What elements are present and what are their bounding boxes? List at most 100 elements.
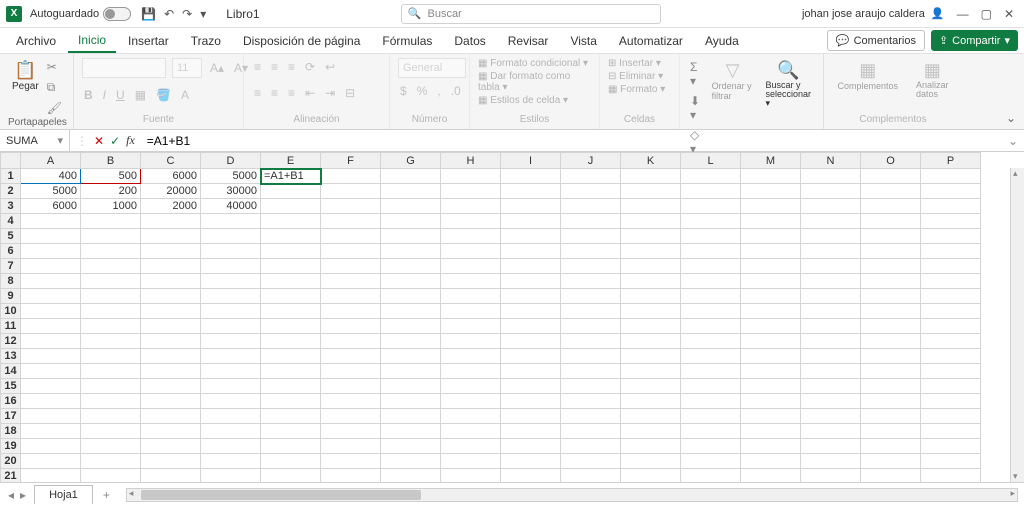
toggle-off-icon[interactable]: [103, 7, 131, 21]
cell-F13[interactable]: [321, 349, 381, 364]
cell-M2[interactable]: [741, 184, 801, 199]
format-cells-button[interactable]: ▦ Formato ▾: [608, 84, 665, 95]
cell-J19[interactable]: [561, 439, 621, 454]
cell-C19[interactable]: [141, 439, 201, 454]
col-header-D[interactable]: D: [201, 153, 261, 169]
cell-E20[interactable]: [261, 454, 321, 469]
cell-H16[interactable]: [441, 394, 501, 409]
cell-M11[interactable]: [741, 319, 801, 334]
cell-G14[interactable]: [381, 364, 441, 379]
cell-C7[interactable]: [141, 259, 201, 274]
cell-C4[interactable]: [141, 214, 201, 229]
cell-G5[interactable]: [381, 229, 441, 244]
cell-D1[interactable]: 5000: [201, 169, 261, 184]
cell-B17[interactable]: [81, 409, 141, 424]
cell-D3[interactable]: 40000: [201, 199, 261, 214]
cell-O15[interactable]: [861, 379, 921, 394]
cell-I1[interactable]: [501, 169, 561, 184]
cell-D8[interactable]: [201, 274, 261, 289]
cell-L16[interactable]: [681, 394, 741, 409]
cell-D11[interactable]: [201, 319, 261, 334]
cell-A2[interactable]: 5000: [21, 184, 81, 199]
col-header-G[interactable]: G: [381, 153, 441, 169]
cell-D7[interactable]: [201, 259, 261, 274]
cell-J11[interactable]: [561, 319, 621, 334]
cell-L1[interactable]: [681, 169, 741, 184]
cell-H18[interactable]: [441, 424, 501, 439]
cell-A7[interactable]: [21, 259, 81, 274]
cell-D19[interactable]: [201, 439, 261, 454]
cell-F21[interactable]: [321, 469, 381, 483]
cell-J1[interactable]: [561, 169, 621, 184]
cell-G10[interactable]: [381, 304, 441, 319]
cell-F5[interactable]: [321, 229, 381, 244]
cell-E2[interactable]: [261, 184, 321, 199]
cell-D5[interactable]: [201, 229, 261, 244]
cell-B6[interactable]: [81, 244, 141, 259]
cell-O19[interactable]: [861, 439, 921, 454]
cell-F11[interactable]: [321, 319, 381, 334]
row-header-2[interactable]: 2: [1, 184, 21, 199]
autosum-icon[interactable]: Σ ▾: [688, 58, 704, 90]
delete-cells-button[interactable]: ⊟ Eliminar ▾: [608, 71, 663, 82]
cell-C5[interactable]: [141, 229, 201, 244]
col-header-C[interactable]: C: [141, 153, 201, 169]
redo-icon[interactable]: ↷: [182, 7, 192, 21]
row-header-5[interactable]: 5: [1, 229, 21, 244]
row-header-11[interactable]: 11: [1, 319, 21, 334]
cell-O14[interactable]: [861, 364, 921, 379]
cell-E4[interactable]: [261, 214, 321, 229]
cell-A3[interactable]: 6000: [21, 199, 81, 214]
menu-tab-vista[interactable]: Vista: [560, 30, 606, 52]
paste-button[interactable]: 📋 Pegar: [8, 58, 43, 94]
cell-P11[interactable]: [921, 319, 981, 334]
search-input[interactable]: 🔍 Buscar: [401, 4, 661, 24]
wrap-text-icon[interactable]: ↩: [323, 58, 337, 76]
add-sheet-button[interactable]: +: [93, 488, 120, 502]
cell-A8[interactable]: [21, 274, 81, 289]
cell-L14[interactable]: [681, 364, 741, 379]
col-header-J[interactable]: J: [561, 153, 621, 169]
cell-N17[interactable]: [801, 409, 861, 424]
cell-N2[interactable]: [801, 184, 861, 199]
cell-D17[interactable]: [201, 409, 261, 424]
cell-B9[interactable]: [81, 289, 141, 304]
cell-C21[interactable]: [141, 469, 201, 483]
cell-E9[interactable]: [261, 289, 321, 304]
cell-N19[interactable]: [801, 439, 861, 454]
cell-E1[interactable]: =A1+B1: [261, 169, 321, 184]
cell-D12[interactable]: [201, 334, 261, 349]
cell-H21[interactable]: [441, 469, 501, 483]
cell-J16[interactable]: [561, 394, 621, 409]
cell-H6[interactable]: [441, 244, 501, 259]
cell-A21[interactable]: [21, 469, 81, 483]
cell-N15[interactable]: [801, 379, 861, 394]
col-header-I[interactable]: I: [501, 153, 561, 169]
cell-A11[interactable]: [21, 319, 81, 334]
cell-G19[interactable]: [381, 439, 441, 454]
row-header-7[interactable]: 7: [1, 259, 21, 274]
cell-B7[interactable]: [81, 259, 141, 274]
cell-E19[interactable]: [261, 439, 321, 454]
cell-H11[interactable]: [441, 319, 501, 334]
cell-B16[interactable]: [81, 394, 141, 409]
cell-B10[interactable]: [81, 304, 141, 319]
cell-P5[interactable]: [921, 229, 981, 244]
cell-P4[interactable]: [921, 214, 981, 229]
cell-I14[interactable]: [501, 364, 561, 379]
cell-M10[interactable]: [741, 304, 801, 319]
align-bottom-icon[interactable]: ≡: [286, 58, 297, 76]
chevron-down-icon[interactable]: ▾: [57, 134, 63, 147]
minimize-icon[interactable]: ―: [957, 7, 969, 21]
cell-D18[interactable]: [201, 424, 261, 439]
col-header-A[interactable]: A: [21, 153, 81, 169]
indent-increase-icon[interactable]: ⇥: [323, 84, 337, 102]
cell-K15[interactable]: [621, 379, 681, 394]
cell-A9[interactable]: [21, 289, 81, 304]
align-center-icon[interactable]: ≡: [269, 84, 280, 102]
insert-cells-button[interactable]: ⊞ Insertar ▾: [608, 58, 661, 69]
font-size-select[interactable]: 11: [172, 58, 202, 78]
cell-I9[interactable]: [501, 289, 561, 304]
cell-G13[interactable]: [381, 349, 441, 364]
cell-D4[interactable]: [201, 214, 261, 229]
